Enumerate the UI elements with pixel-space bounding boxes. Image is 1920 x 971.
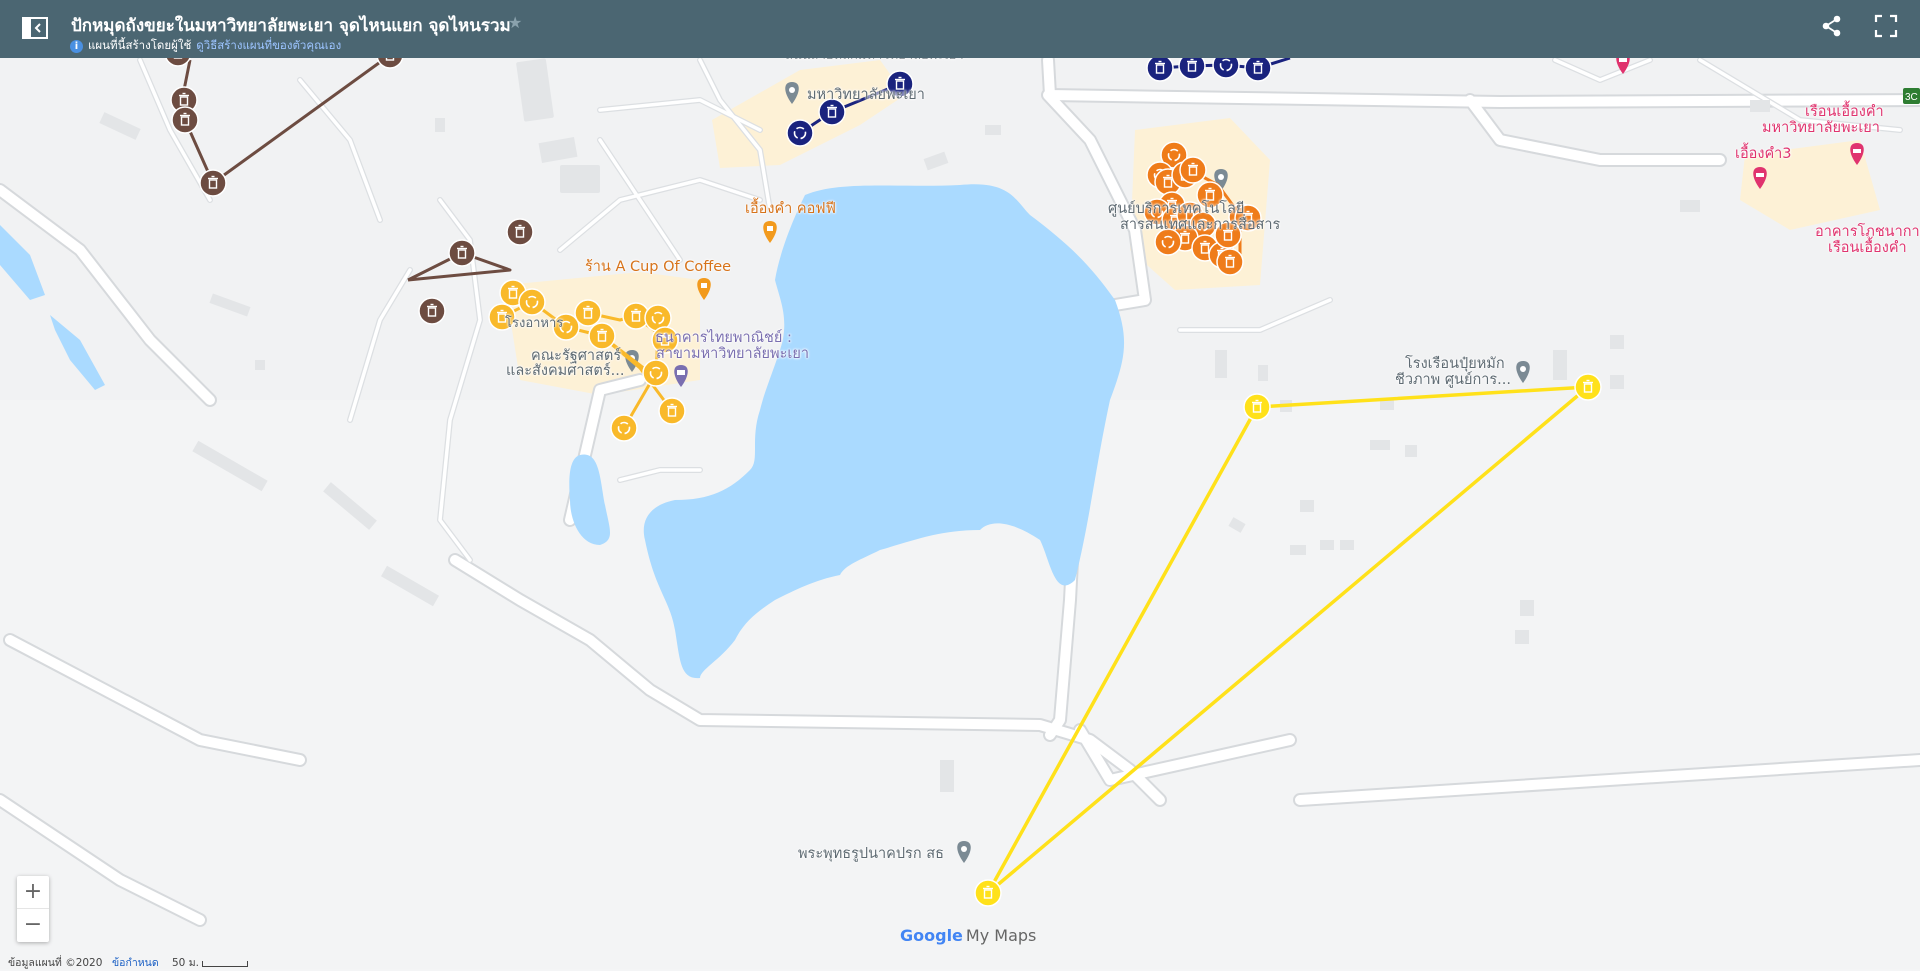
trash-bin-marker-icon[interactable] <box>506 218 534 246</box>
map-header: ปักหมุดถังขยะในมหาวิทยาลัยพะเยา จุดไหนแย… <box>0 0 1920 58</box>
label-bank-2: สาขามหาวิทยาลัยพะเยา <box>656 346 809 362</box>
trash-bin-marker-icon[interactable] <box>658 397 686 425</box>
my-maps-wordmark: My Maps <box>965 926 1037 945</box>
trash-bin-marker-icon[interactable] <box>448 239 476 267</box>
recycle-bin-marker-icon[interactable] <box>610 414 638 442</box>
how-to-link[interactable]: ดูวิธีสร้างแผนที่ของตัวคุณเอง <box>196 37 341 55</box>
label-bank-1: ธนาคารไทยพาณิชย์ : <box>655 330 792 346</box>
label-dorm-1: เรือนเอื้องคำ <box>1805 104 1884 120</box>
label-cafe: เอื้องคำ คอฟฟี <box>745 201 836 217</box>
label-canteen-fragment: โรงอาหาร <box>505 316 564 331</box>
recycle-bin-marker-icon[interactable] <box>642 359 670 387</box>
trash-bin-marker-icon[interactable] <box>1574 373 1602 401</box>
label-dorm-2: มหาวิทยาลัยพะเยา <box>1762 120 1880 136</box>
trash-bin-marker-icon[interactable] <box>1146 54 1174 82</box>
scale-label: 50 ม. <box>172 957 199 969</box>
zoom-out-button[interactable]: − <box>17 909 49 941</box>
scale-bar <box>202 961 248 967</box>
map-subtitle: i แผนที่นี้สร้างโดยผู้ใช้ ดูวิธีสร้างแผน… <box>70 37 341 55</box>
map-footer: ข้อมูลแผนที่ ©2020 ข้อกำหนด 50 ม. <box>0 950 260 969</box>
fullscreen-icon[interactable] <box>1872 12 1900 40</box>
trash-bin-marker-icon[interactable] <box>1243 393 1271 421</box>
label-university: มหาวิทยาลัยพะเยา <box>807 87 925 103</box>
star-icon[interactable]: ★ <box>508 13 522 32</box>
trash-bin-marker-icon[interactable] <box>199 169 227 197</box>
label-compost-2: ชีวภาพ ศูนย์การ... <box>1395 372 1511 388</box>
label-dorm-3: เอื้องคำ3 <box>1735 146 1792 162</box>
label-faculty-1: คณะรัฐศาสตร์ <box>531 348 622 364</box>
recycle-bin-marker-icon[interactable] <box>518 288 546 316</box>
map-canvas[interactable]: 3C <box>0 0 1920 969</box>
trash-bin-marker-icon[interactable] <box>171 106 199 134</box>
trash-bin-marker-icon[interactable] <box>574 299 602 327</box>
map-data-credit: ข้อมูลแผนที่ ©2020 <box>8 957 103 969</box>
route-shield-label: 3C <box>1905 92 1918 103</box>
info-icon: i <box>70 39 83 53</box>
label-canteen-1: อาคารโภชนาการ <box>1815 224 1920 240</box>
google-wordmark: Google <box>900 926 963 945</box>
label-center-2: สารสนเทศและการสื่อสาร <box>1120 217 1281 233</box>
label-center-1: ศูนย์บริการเทคโนโลยี <box>1108 201 1245 217</box>
label-buddha: พระพุทธรูปนาคปรก สธ <box>798 846 944 862</box>
route-shield: 3C <box>1903 88 1920 104</box>
label-compost-1: โรงเรือนปุ๋ยหมัก <box>1405 356 1505 372</box>
trash-bin-marker-icon[interactable] <box>588 322 616 350</box>
terms-link[interactable]: ข้อกำหนด <box>112 954 159 971</box>
trash-bin-marker-icon[interactable] <box>418 297 446 325</box>
share-icon[interactable] <box>1818 12 1846 40</box>
google-my-maps-logo: Google My Maps <box>900 926 1036 945</box>
label-canteen-2: เรือนเอื้องคำ <box>1828 240 1907 256</box>
trash-bin-marker-icon[interactable] <box>1216 248 1244 276</box>
created-by-text: แผนที่นี้สร้างโดยผู้ใช้ <box>88 38 192 52</box>
map-title: ปักหมุดถังขยะในมหาวิทยาลัยพะเยา จุดไหนแย… <box>71 16 511 36</box>
toggle-panel-icon[interactable] <box>20 13 50 43</box>
zoom-in-button[interactable]: + <box>17 876 49 908</box>
trash-bin-marker-icon[interactable] <box>1179 156 1207 184</box>
trash-bin-marker-icon[interactable] <box>1244 54 1272 82</box>
zoom-controls: + − <box>17 876 49 942</box>
recycle-bin-marker-icon[interactable] <box>786 119 814 147</box>
trash-bin-marker-icon[interactable] <box>974 879 1002 907</box>
label-coffee: ร้าน A Cup Of Coffee <box>585 259 732 275</box>
label-faculty-2: และสังคมศาสตร์... <box>506 363 625 379</box>
